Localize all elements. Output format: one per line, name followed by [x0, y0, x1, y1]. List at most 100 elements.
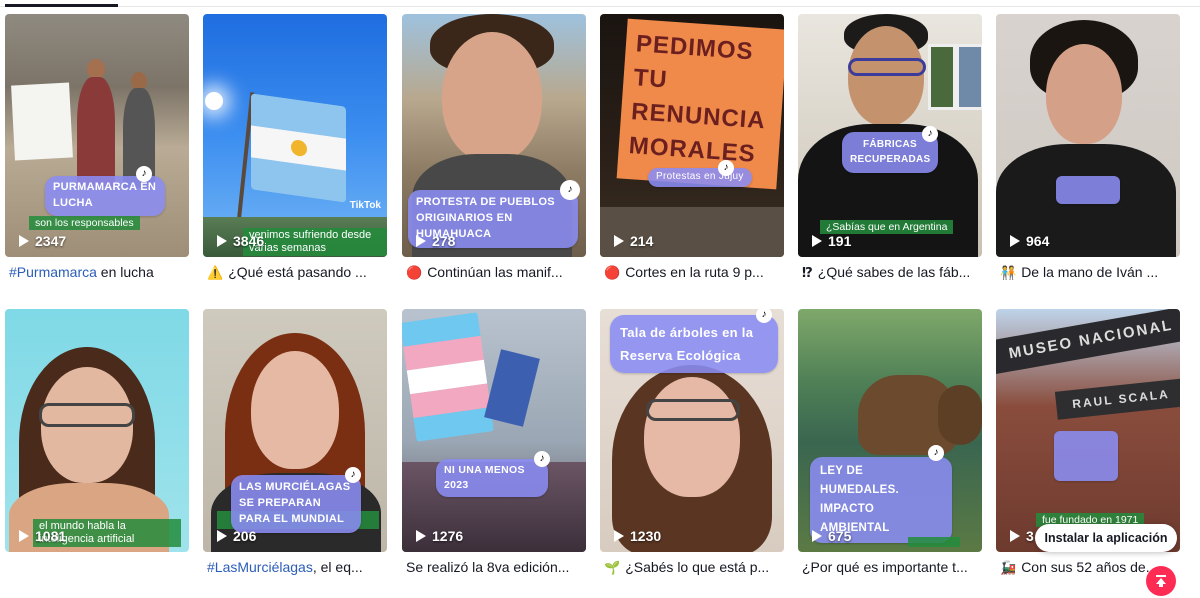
wall-picture: [956, 44, 982, 110]
arrow-up-icon: [1156, 575, 1166, 587]
video-card[interactable]: TikTok venimos sufriendo desde varias se…: [203, 14, 387, 281]
view-count-value: 3846: [233, 233, 265, 249]
tiktok-icon: ♪: [534, 451, 550, 467]
play-icon: [614, 530, 624, 542]
video-thumbnail[interactable]: LEY DE HUMEDALES. IMPACTO AMBIENTAL ♪ 67…: [798, 309, 982, 552]
play-icon: [812, 235, 822, 247]
tab-underline: [0, 0, 1200, 8]
caption-text: en lucha: [96, 264, 154, 280]
video-card[interactable]: LAS MURCIÉLAGAS SE PREPARAN PARA EL MUND…: [203, 309, 387, 575]
video-caption[interactable]: ⚠️ ¿Qué está pasando ...: [203, 264, 387, 281]
video-caption[interactable]: 🧑‍🤝‍🧑 De la mano de Iván ...: [996, 264, 1180, 281]
video-thumbnail[interactable]: MUSEO NACIONAL RAUL SCALA fue fundado en…: [996, 309, 1180, 552]
view-count: 675: [812, 528, 851, 544]
video-card[interactable]: el mundo habla la inteligencia artificia…: [5, 309, 189, 552]
tiktok-icon: ♪: [922, 126, 938, 142]
caption-text: , el eq...: [312, 559, 363, 575]
view-count-value: 278: [432, 233, 456, 249]
caption-text: Continúan las manif...: [427, 264, 563, 280]
tiktok-watermark: TikTok: [349, 200, 381, 211]
tiktok-icon: ♪: [560, 180, 580, 200]
protest-sign: [11, 82, 73, 161]
seedling-icon: 🌱: [604, 560, 621, 575]
overlay-title: LAS MURCIÉLAGAS SE PREPARAN PARA EL MUND…: [231, 475, 361, 533]
view-count: 3846: [217, 233, 264, 249]
video-thumbnail[interactable]: 964: [996, 14, 1180, 257]
overlay-title: NI UNA MENOS 2023: [436, 459, 548, 498]
red-circle-icon: 🔴: [406, 265, 423, 280]
video-card[interactable]: PURMAMARCA EN LUCHA ♪ son los responsabl…: [5, 14, 189, 280]
subtitle-caption: ¿Sabías que en Argentina: [820, 220, 954, 234]
view-count: 206: [217, 528, 256, 544]
caption-text: ¿Sabés lo que está p...: [625, 559, 770, 575]
video-thumbnail[interactable]: FÁBRICAS RECUPERADAS ♪ ¿Sabías que en Ar…: [798, 14, 982, 257]
video-card[interactable]: PROTESTA DE PUEBLOS ORIGINARIOS EN HUMAH…: [402, 14, 586, 281]
back-to-top-button[interactable]: [1146, 566, 1176, 596]
video-thumbnail[interactable]: LAS MURCIÉLAGAS SE PREPARAN PARA EL MUND…: [203, 309, 387, 552]
video-caption[interactable]: ¿Por qué es importante t...: [798, 559, 982, 575]
argentina-flag: [251, 93, 346, 203]
caption-text: Con sus 52 años de...: [1021, 559, 1158, 575]
video-caption[interactable]: Se realizó la 8va edición...: [402, 559, 586, 575]
view-count: 1230: [614, 528, 661, 544]
install-app-button[interactable]: Instalar la aplicación: [1035, 524, 1177, 552]
people-holding-hands-icon: 🧑‍🤝‍🧑: [1000, 265, 1017, 280]
video-thumbnail[interactable]: el mundo habla la inteligencia artificia…: [5, 309, 189, 552]
play-icon: [217, 530, 227, 542]
video-thumbnail[interactable]: TikTok venimos sufriendo desde varias se…: [203, 14, 387, 257]
overlay-title: Protestas en Jujuy: [648, 168, 752, 187]
view-count-value: 206: [233, 528, 257, 544]
caption-text: ¿Qué sabes de las fáb...: [817, 264, 971, 280]
tiktok-icon: ♪: [345, 467, 361, 483]
subtitle-caption: son los responsables: [29, 216, 140, 230]
video-thumbnail[interactable]: PROTESTA DE PUEBLOS ORIGINARIOS EN HUMAH…: [402, 14, 586, 257]
video-thumbnail[interactable]: NI UNA MENOS 2023 ♪ 1276: [402, 309, 586, 552]
video-thumbnail[interactable]: PURMAMARCA EN LUCHA ♪ son los responsabl…: [5, 14, 189, 257]
view-count: 964: [1010, 233, 1049, 249]
view-count-value: 2347: [35, 233, 67, 249]
interrobang-icon: ⁉: [802, 265, 813, 280]
view-count-value: 214: [630, 233, 654, 249]
tiktok-icon: ♪: [928, 445, 944, 461]
caption-text: ¿Qué está pasando ...: [228, 264, 367, 280]
wall-picture: [928, 44, 956, 110]
view-count: 1276: [416, 528, 463, 544]
overlay-title: [1056, 176, 1120, 204]
view-count: 1081: [19, 528, 66, 544]
caption-text: De la mano de Iván ...: [1021, 264, 1159, 280]
play-icon: [614, 235, 624, 247]
video-caption[interactable]: 🔴 Cortes en la ruta 9 p...: [600, 264, 784, 281]
video-card[interactable]: 964 🧑‍🤝‍🧑 De la mano de Iván ...: [996, 14, 1180, 281]
video-card[interactable]: LEY DE HUMEDALES. IMPACTO AMBIENTAL ♪ 67…: [798, 309, 982, 575]
video-caption[interactable]: 🔴 Continúan las manif...: [402, 264, 586, 281]
hashtag-link[interactable]: #Purmamarca: [9, 264, 97, 280]
video-card[interactable]: Tala de árboles en la Reserva Ecológica …: [600, 309, 784, 576]
overlay-title: Tala de árboles en la Reserva Ecológica: [610, 315, 778, 373]
video-caption[interactable]: #Purmamarca en lucha: [5, 264, 189, 280]
tiktok-icon: ♪: [718, 160, 734, 176]
video-caption[interactable]: 🌱 ¿Sabés lo que está p...: [600, 559, 784, 576]
view-count: 278: [416, 233, 455, 249]
play-icon: [416, 235, 426, 247]
play-icon: [19, 530, 29, 542]
video-card[interactable]: NI UNA MENOS 2023 ♪ 1276 Se realizó la 8…: [402, 309, 586, 575]
overlay-title: PURMAMARCA EN LUCHA: [45, 176, 165, 216]
view-count-value: 1276: [432, 528, 464, 544]
video-caption[interactable]: #LasMurciélagas, el eq...: [203, 559, 387, 575]
view-count-value: 1081: [35, 528, 67, 544]
tiktok-icon: ♪: [136, 166, 152, 182]
play-icon: [1010, 530, 1020, 542]
video-thumbnail[interactable]: Tala de árboles en la Reserva Ecológica …: [600, 309, 784, 552]
view-count-value: 3: [1026, 528, 1034, 544]
video-caption[interactable]: ⁉ ¿Qué sabes de las fáb...: [798, 264, 982, 281]
view-count-value: 675: [828, 528, 852, 544]
play-icon: [416, 530, 426, 542]
play-icon: [217, 235, 227, 247]
subtitle-caption: venimos sufriendo desde varias semanas: [243, 228, 387, 256]
video-card[interactable]: FÁBRICAS RECUPERADAS ♪ ¿Sabías que en Ar…: [798, 14, 982, 281]
video-thumbnail[interactable]: PEDIMOS TU RENUNCIA MORALES Protestas en…: [600, 14, 784, 257]
hashtag-link[interactable]: #LasMurciélagas: [207, 559, 313, 575]
caption-text: ¿Por qué es importante t...: [802, 559, 968, 575]
caption-text: Se realizó la 8va edición...: [406, 559, 570, 575]
video-card[interactable]: PEDIMOS TU RENUNCIA MORALES Protestas en…: [600, 14, 784, 281]
